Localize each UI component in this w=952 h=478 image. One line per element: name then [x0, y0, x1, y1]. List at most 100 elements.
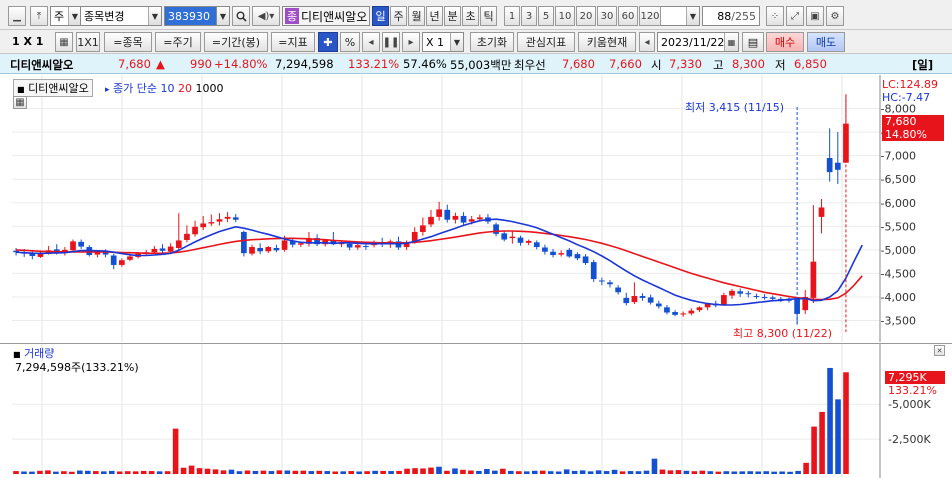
- chart-stock-tag[interactable]: ■ 디티앤씨알오: [13, 79, 93, 97]
- ma10-label: 10: [160, 82, 175, 95]
- period-button[interactable]: 분: [444, 6, 461, 26]
- chevron-down-icon[interactable]: ▼: [217, 7, 229, 25]
- volume-bar: [324, 471, 331, 474]
- volume-bar: [180, 467, 187, 474]
- high-price: 8,300: [732, 57, 765, 71]
- y-tick-label: -2,500K: [888, 433, 931, 446]
- minute-button[interactable]: 20: [576, 6, 596, 26]
- period-button[interactable]: 주: [390, 6, 407, 26]
- sell-button[interactable]: 매도: [807, 32, 845, 52]
- watch-indicator-button[interactable]: 관심지표: [517, 32, 575, 52]
- crosshair-icon[interactable]: ✚: [318, 32, 338, 52]
- bar-count[interactable]: 88 /255: [702, 6, 760, 26]
- period-button[interactable]: 년: [426, 6, 443, 26]
- layout-grid-icon[interactable]: ▦: [55, 32, 73, 52]
- speaker-icon[interactable]: ◀)▾: [252, 6, 280, 26]
- period-type-select[interactable]: 주 ▼: [50, 6, 82, 26]
- candle-body: [208, 222, 215, 224]
- chevron-down-icon[interactable]: ▼: [148, 7, 161, 25]
- layout-1x1-button[interactable]: 1X1: [76, 32, 100, 52]
- minimize-icon[interactable]: ▁: [8, 6, 26, 26]
- volume-bar: [340, 471, 347, 474]
- link-item-button[interactable]: =종목: [104, 32, 152, 52]
- link-range-button[interactable]: =기간(봉): [204, 32, 268, 52]
- chevron-down-icon[interactable]: ▼: [686, 7, 699, 25]
- candle-body: [533, 242, 540, 248]
- zoom-value: X 1: [426, 35, 445, 49]
- volume-bar: [69, 471, 75, 474]
- candle-body: [680, 313, 687, 315]
- reset-button[interactable]: 초기화: [470, 32, 514, 52]
- candle-body: [582, 256, 589, 264]
- close-icon[interactable]: ✕: [934, 345, 945, 356]
- buy-button[interactable]: 매수: [766, 32, 804, 52]
- volume-bar: [204, 468, 211, 474]
- link-indicator-button[interactable]: =지표: [271, 32, 315, 52]
- volume-bar: [659, 469, 666, 474]
- volume-bar: [172, 428, 179, 474]
- y-tick-label: -4,500: [881, 267, 916, 280]
- candle-body: [517, 237, 524, 243]
- trend-tool-icon[interactable]: ⤢: [786, 6, 804, 26]
- stock-code-input[interactable]: 383930: [164, 6, 218, 26]
- minute-button[interactable]: 1: [504, 6, 520, 26]
- quote-change-pct: +14.80%: [214, 57, 268, 71]
- calendar-picker-icon[interactable]: ▤: [742, 32, 764, 52]
- grid-toggle-icon[interactable]: ▦: [13, 96, 27, 109]
- price-chart[interactable]: -8,000-7,500-7,000-6,500-6,000-5,500-5,0…: [0, 75, 952, 342]
- volume-bar: [396, 470, 402, 474]
- calendar-back-icon[interactable]: ◂: [639, 32, 655, 52]
- kiwoom-current-button[interactable]: 키움현재: [578, 32, 636, 52]
- volume-bar: [276, 470, 283, 474]
- period-button[interactable]: 초: [462, 6, 479, 26]
- code-dropdown[interactable]: ▼: [216, 6, 230, 26]
- up-arrow-icon: ▲: [156, 57, 165, 71]
- minute-button[interactable]: 30: [597, 6, 617, 26]
- volume-bar: [164, 471, 171, 474]
- minute-button[interactable]: 120: [639, 6, 661, 26]
- period-button[interactable]: 월: [408, 6, 425, 26]
- chevron-down-icon[interactable]: ▼: [450, 33, 463, 51]
- percent-button[interactable]: %: [340, 32, 360, 52]
- minute-button[interactable]: 10: [555, 6, 575, 26]
- link-cycle-button[interactable]: =주기: [155, 32, 201, 52]
- grid-tool-icon[interactable]: ⁘: [766, 6, 784, 26]
- volume-bar: [188, 465, 195, 474]
- extra-period-select[interactable]: ▼: [660, 6, 700, 26]
- gear-icon[interactable]: ⚙: [826, 6, 844, 26]
- low-price: 6,850: [794, 57, 827, 71]
- candle-body: [265, 247, 272, 252]
- pause-icon[interactable]: ❚❚: [382, 32, 400, 52]
- candle-body: [761, 296, 768, 298]
- volume-bar: [523, 471, 530, 474]
- chart-stock-name: 디티앤씨알오: [28, 82, 89, 95]
- minute-button[interactable]: 60: [618, 6, 638, 26]
- volume-bar: [563, 469, 570, 474]
- stock-name-box[interactable]: 종 디티앤씨알오: [282, 6, 370, 26]
- calendar-icon[interactable]: ▦: [724, 33, 738, 51]
- minute-button[interactable]: 3: [521, 6, 537, 26]
- date-input[interactable]: 2023/11/22 ▦: [657, 32, 739, 52]
- open-label: 시: [651, 58, 662, 72]
- ma-legend[interactable]: ▸ 종가 단순 10 20 1000: [105, 80, 224, 96]
- pin-top-icon[interactable]: ⤒: [30, 6, 48, 26]
- zoom-select[interactable]: X 1 ▼: [422, 32, 464, 52]
- period-button[interactable]: 일: [372, 6, 389, 26]
- candle-body: [623, 297, 630, 304]
- period-button[interactable]: 틱: [480, 6, 497, 26]
- search-icon[interactable]: [232, 6, 250, 26]
- volume-bar: [555, 471, 562, 474]
- volume-bar: [699, 470, 706, 474]
- stock-change-select[interactable]: 종목변경 ▼: [80, 6, 162, 26]
- minute-button[interactable]: 5: [538, 6, 554, 26]
- period-type-value: 주: [54, 10, 65, 23]
- save-icon[interactable]: ▣: [806, 6, 824, 26]
- best-bid: 7,660: [609, 57, 642, 71]
- volume-bar: [779, 471, 785, 474]
- volume-bar: [819, 411, 825, 474]
- scroll-left-icon[interactable]: ◂: [362, 32, 380, 52]
- volume-bar: [348, 471, 354, 474]
- volume-bar: [228, 469, 235, 474]
- scroll-right-icon[interactable]: ▸: [402, 32, 420, 52]
- volume-chart[interactable]: -5,000K -2,500K: [0, 344, 952, 478]
